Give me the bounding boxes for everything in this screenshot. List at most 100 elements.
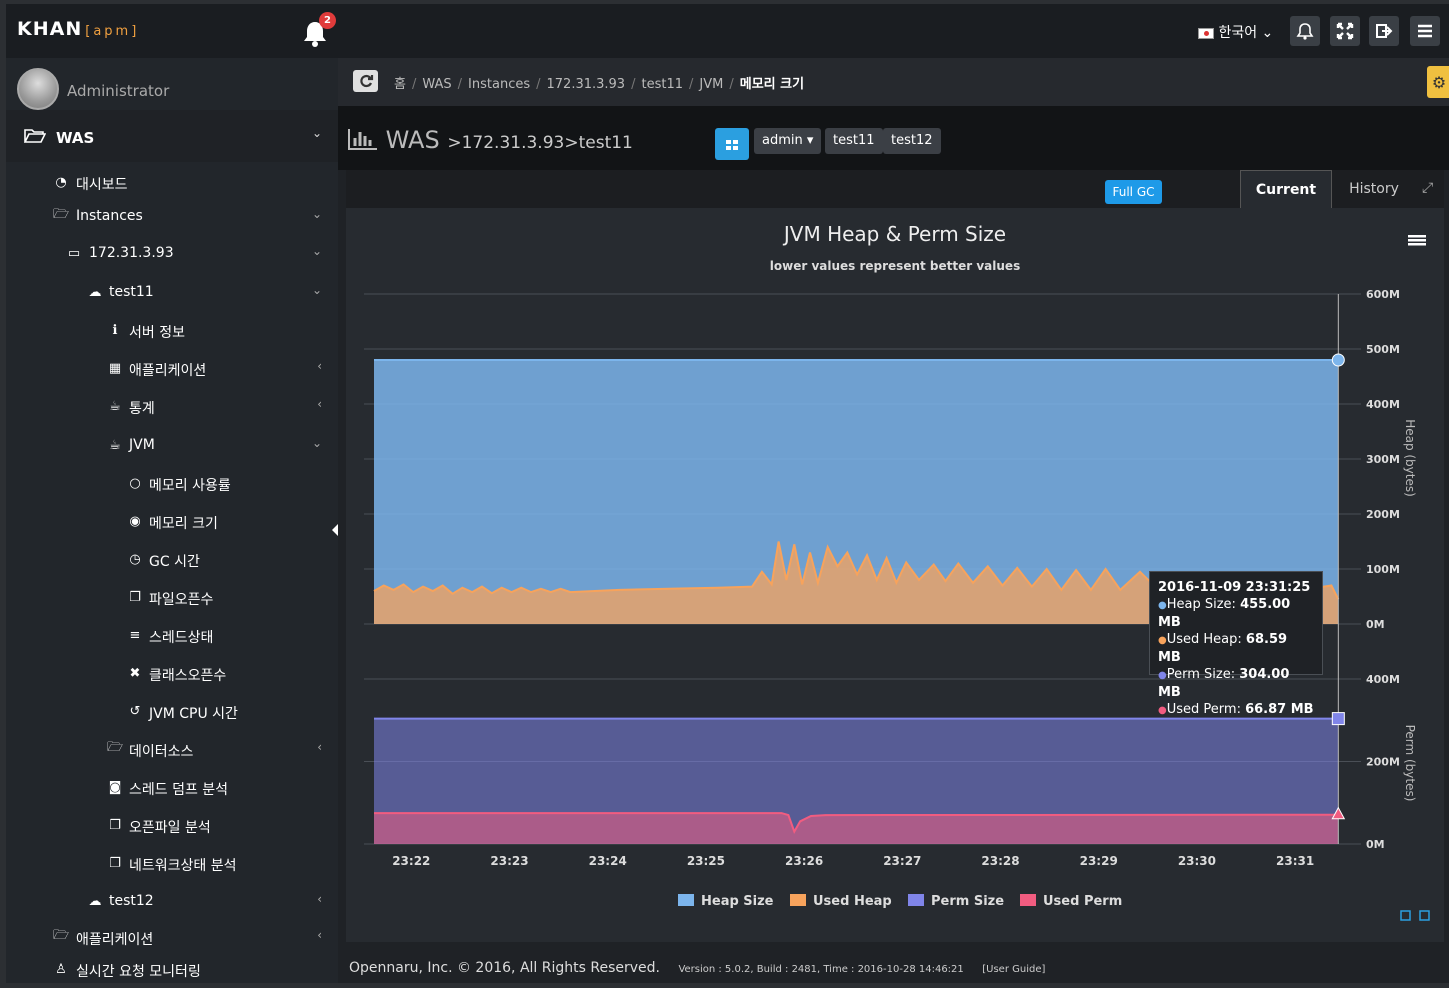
sidebar-item-19[interactable]: ☁ test12 ‹ — [6, 884, 338, 920]
folder-open-icon: 🗁 — [52, 928, 70, 943]
refresh-icon — [359, 74, 373, 88]
flag-icon — [1198, 27, 1214, 39]
breadcrumb-item[interactable]: test11 — [641, 77, 683, 92]
sidebar-item-8[interactable]: ○ 메모리 사용률 — [6, 466, 338, 502]
breadcrumb-item[interactable]: 홈 — [394, 77, 406, 92]
sidebar-item-7[interactable]: ☕ JVM ⌄ — [6, 428, 338, 464]
expand-icon[interactable]: ⤢ — [1422, 180, 1433, 196]
tag-test12[interactable]: test12 — [883, 128, 941, 154]
breadcrumb-item[interactable]: Instances — [468, 77, 530, 92]
top-bar: KHAN [apm] 2 한국어 ⌄ — [6, 4, 1449, 58]
page-title-text: WAS — [385, 126, 440, 154]
settings-button[interactable]: ⚙ — [1427, 66, 1449, 98]
sidebar-item-0[interactable]: ◔ 대시보드 — [6, 165, 338, 201]
x-tick-label: 23:24 — [589, 854, 627, 868]
sidebar-item-label: test12 — [109, 893, 154, 909]
sidebar-item-label: Instances — [76, 208, 143, 224]
menu-button[interactable] — [1410, 16, 1440, 46]
heap-axis-label: Heap (bytes) — [1403, 419, 1417, 497]
sidebar-item-1[interactable]: 🗁 Instances ⌄ — [6, 199, 338, 235]
heap-tick-label: 0M — [1366, 618, 1385, 631]
sidebar: Administrator WAS ⌄ ◔ 대시보드 🗁 Instances ⌄ ▭ 172… — [6, 58, 339, 983]
gear-icon: ⚙ — [1431, 72, 1447, 92]
x-tick-label: 23:30 — [1178, 854, 1216, 868]
full-gc-button[interactable]: Full GC — [1105, 180, 1162, 204]
person-icon: ♙ — [55, 961, 67, 977]
alarm-button[interactable] — [1290, 16, 1320, 46]
footer: Opennaru, Inc. © 2016, All Rights Reserv… — [338, 960, 1449, 983]
chart-panel: Full GC Current History ⤢ JVM Heap & Per… — [346, 170, 1444, 942]
breadcrumb-separator: / — [689, 77, 694, 92]
heap-tick-label: 200M — [1366, 508, 1400, 521]
breadcrumb-bar: 홈 / WAS / Instances / 172.31.3.93 / test11 / JVM / 메… — [338, 58, 1449, 106]
sidebar-item-2[interactable]: ▭ 172.31.3.93 ⌄ — [6, 236, 338, 272]
chevron-down-icon: ⌄ — [311, 207, 322, 221]
sidebar-item-11[interactable]: ❐ 파일오픈수 — [6, 580, 338, 616]
language-selector[interactable]: 한국어 ⌄ — [1198, 22, 1273, 42]
cloud-icon: ☁ — [88, 284, 102, 300]
dot-circle-icon: ◉ — [129, 513, 141, 529]
sidebar-root-was[interactable]: WAS ⌄ — [6, 110, 338, 162]
tooltip-colon: : — [1236, 702, 1246, 717]
info-icon: ℹ — [112, 322, 118, 338]
user-profile[interactable]: Administrator — [6, 58, 338, 110]
user-dropdown[interactable]: admin ▾ — [754, 128, 822, 154]
breadcrumb-item[interactable]: JVM — [699, 77, 723, 92]
notification-badge: 2 — [319, 12, 336, 29]
tab-current[interactable]: Current — [1240, 170, 1332, 208]
logo[interactable]: KHAN [apm] — [17, 18, 139, 40]
sidebar-item-6[interactable]: ☕ 통계 ‹ — [6, 389, 338, 425]
monitor-icon: ▭ — [67, 245, 81, 261]
sidebar-item-15[interactable]: 🗁 데이터소스 ‹ — [6, 732, 338, 768]
refresh-button[interactable] — [353, 70, 378, 92]
breadcrumb-item[interactable]: WAS — [422, 77, 451, 92]
sidebar-item-12[interactable]: ≡ 스레드상태 — [6, 618, 338, 654]
sidebar-item-4[interactable]: ℹ 서버 정보 — [6, 313, 338, 349]
sidebar-item-16[interactable]: ◙ 스레드 덤프 분석 — [6, 770, 338, 806]
sidebar-item-label: 애플리케이션 — [76, 932, 154, 948]
clock-icon: ◷ — [129, 551, 141, 567]
sidebar-item-9[interactable]: ◉ 메모리 크기 — [6, 504, 338, 540]
sidebar-item-label: 172.31.3.93 — [89, 245, 174, 261]
notification-button[interactable]: 2 — [300, 12, 336, 48]
x-tick-label: 23:27 — [883, 854, 921, 868]
sidebar-item-label: 서버 정보 — [129, 325, 185, 341]
logo-sub: apm — [93, 24, 132, 39]
tooltip-series-name: Used Perm — [1166, 702, 1237, 717]
fullscreen-icon — [1336, 22, 1354, 40]
sidebar-item-10[interactable]: ◷ GC 시간 — [6, 542, 338, 578]
fullscreen-button[interactable] — [1330, 16, 1360, 46]
circle-icon: ○ — [129, 475, 141, 491]
sidebar-item-18[interactable]: ❐ 네트워크상태 분석 — [6, 846, 338, 882]
view-toggle-button[interactable] — [715, 128, 749, 160]
hamburger-icon — [1418, 24, 1432, 38]
user-guide-link[interactable]: [User Guide] — [982, 964, 1045, 975]
folder-open-icon: 🗁 — [52, 207, 70, 222]
chevron-down-icon: ⌄ — [1261, 25, 1274, 41]
sidebar-item-label: 통계 — [129, 401, 155, 417]
chevron-down-icon: ⌄ — [311, 436, 322, 450]
sidebar-item-13[interactable]: ✖ 클래스오픈수 — [6, 656, 338, 692]
tab-history[interactable]: History — [1336, 170, 1412, 208]
caret-down-icon: ▾ — [806, 133, 814, 148]
sidebar-item-5[interactable]: ▦ 애플리케이션 ‹ — [6, 351, 338, 387]
folder-open-icon: 🗁 — [106, 740, 124, 755]
chevron-left-icon: ‹ — [317, 892, 322, 906]
sidebar-item-14[interactable]: ↺ JVM CPU 시간 — [6, 694, 338, 730]
chart-menu-icon[interactable] — [1408, 235, 1426, 246]
sidebar-item-label: 오픈파일 분석 — [129, 820, 211, 836]
logo-text: KHAN — [17, 18, 83, 40]
x-tick-label: 23:28 — [981, 854, 1019, 868]
breadcrumb-item[interactable]: 172.31.3.93 — [547, 77, 626, 92]
tooltip-colon: : — [1230, 667, 1240, 682]
chart-tooltip: 2016-11-09 23:31:25 ●Heap Size: 455.00 M… — [1149, 571, 1323, 717]
tooltip-series-value: 66.87 MB — [1245, 702, 1314, 717]
logout-button[interactable] — [1369, 16, 1399, 46]
series-dot-icon: ● — [1158, 670, 1167, 681]
x-tick-label: 23:23 — [490, 854, 528, 868]
sidebar-item-20[interactable]: 🗁 애플리케이션 ‹ — [6, 920, 338, 956]
tag-test11[interactable]: test11 — [825, 128, 883, 154]
sidebar-item-3[interactable]: ☁ test11 ⌄ — [6, 275, 338, 311]
perm-tick-label: 200M — [1366, 756, 1400, 769]
sidebar-item-17[interactable]: ❐ 오픈파일 분석 — [6, 808, 338, 844]
